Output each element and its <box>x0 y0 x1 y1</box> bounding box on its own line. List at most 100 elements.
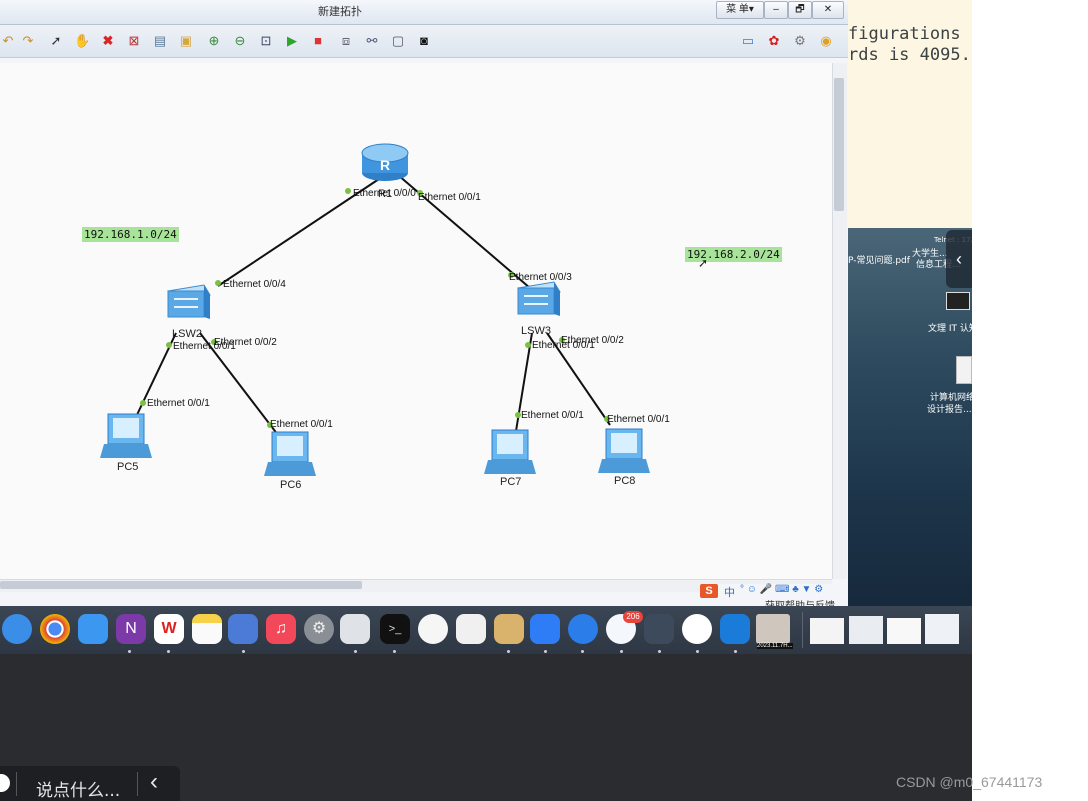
settings-icon[interactable]: ⚙ <box>792 33 808 49</box>
running-dot <box>167 650 170 653</box>
topology-canvas[interactable]: R 192.168.1.0/24 192.168.2.0/24 R1 LSW2 … <box>0 63 832 579</box>
port-label: Ethernet 0/0/2 <box>214 337 277 348</box>
horizontal-scroll-thumb[interactable] <box>0 581 362 589</box>
file-icon[interactable] <box>946 292 970 310</box>
divider <box>137 772 138 796</box>
safari-icon[interactable] <box>2 614 32 644</box>
minimize-button[interactable]: – <box>764 1 788 19</box>
desktop-file-label[interactable]: P-常见问题.pdf <box>848 253 910 266</box>
desktop-file-label[interactable]: 文理 IT 认知 <box>928 321 972 334</box>
desktop-file-label[interactable]: 设计报告... <box>927 402 972 415</box>
wps-dots-icon[interactable] <box>418 614 448 644</box>
port-label: Ethernet 0/0/1 <box>418 192 481 203</box>
redo-icon[interactable]: ↷ <box>20 33 36 49</box>
chrome-icon[interactable] <box>40 614 70 644</box>
chat-input[interactable]: 说点什么... <box>36 776 120 801</box>
network-label-1[interactable]: 192.168.1.0/24 <box>82 227 179 242</box>
onenote-icon[interactable]: N <box>116 614 146 644</box>
ime-tools-icon[interactable]: ° ☺ 🎤 ⌨ ♣ ▼ ⚙ <box>740 584 823 595</box>
dock: N W ♫ ⚙ >_ 206 2023.11.7H... <box>0 606 972 654</box>
switch-icon <box>167 284 211 319</box>
watermark: CSDN @m0_67441173 <box>896 774 1043 790</box>
device-name-lsw2: LSW2 <box>172 328 202 340</box>
minimized-window-icon[interactable] <box>849 616 883 644</box>
port-dot <box>525 342 531 348</box>
running-dot <box>696 650 699 653</box>
photo-thumb-icon[interactable] <box>756 614 790 644</box>
terminal-icon[interactable]: ◙ <box>416 33 432 49</box>
remote-desktop-icon[interactable] <box>228 614 258 644</box>
zoom-in-icon[interactable]: ⊕ <box>206 33 222 49</box>
screen-capture-icon[interactable] <box>340 614 370 644</box>
port-dot <box>166 342 172 348</box>
mail-icon[interactable] <box>78 614 108 644</box>
desktop: Telnet : 172. P-常见问题.pdf 大学生... 信息工程... … <box>848 228 972 606</box>
topology-links: R <box>100 143 650 476</box>
capture-icon[interactable]: ⧈ <box>338 33 354 49</box>
dock-divider <box>802 612 803 648</box>
running-dot <box>507 650 510 653</box>
terminal-line: figurations <box>848 24 961 44</box>
script-editor-icon[interactable] <box>456 614 486 644</box>
close-button[interactable]: ✕ <box>812 1 844 19</box>
fit-icon[interactable]: ⊡ <box>258 33 274 49</box>
port-label: Ethernet 0/0/1 <box>521 410 584 421</box>
music-icon[interactable]: ♫ <box>266 614 296 644</box>
minimized-window-icon[interactable] <box>810 618 844 644</box>
delete-all-icon[interactable]: ⊠ <box>126 33 142 49</box>
grid-icon[interactable]: ▢ <box>390 33 406 49</box>
port-dot <box>345 188 351 194</box>
running-dot <box>581 650 584 653</box>
notes-icon[interactable] <box>192 614 222 644</box>
system-preferences-icon[interactable]: ⚙ <box>304 614 334 644</box>
text-icon[interactable]: ▤ <box>152 33 168 49</box>
port-dot <box>215 280 221 286</box>
minimized-window-icon[interactable] <box>925 614 959 644</box>
pc-icon <box>484 429 536 474</box>
wps-icon[interactable]: W <box>154 614 184 644</box>
port-label: Ethernet 0/0/3 <box>509 272 572 283</box>
ensp-window: 新建拓扑 菜 单▾ – 🗗 ✕ ↶ ↷ ➚ ✋ ✖ ⊠ ▤ ▣ ⊕ ⊖ ⊡ ▶ … <box>0 0 848 610</box>
chat-icon[interactable]: ▭ <box>740 33 756 49</box>
device-name-pc5: PC5 <box>117 461 139 473</box>
pc-icon <box>264 431 316 476</box>
vertical-scroll-thumb[interactable] <box>834 78 844 211</box>
port-label: Ethernet 0/0/1 <box>270 419 333 430</box>
huawei-icon[interactable]: ✿ <box>766 33 782 49</box>
window-title: 新建拓扑 <box>318 5 362 18</box>
start-icon[interactable]: ▶ <box>284 33 300 49</box>
restore-button[interactable]: 🗗 <box>788 1 812 19</box>
minimized-window-icon[interactable] <box>887 618 921 644</box>
running-dot <box>734 650 737 653</box>
todesk-icon[interactable] <box>568 614 598 644</box>
zoom-out-icon[interactable]: ⊖ <box>232 33 248 49</box>
help-icon[interactable]: ◉ <box>818 33 834 49</box>
hand-icon[interactable]: ✋ <box>74 33 90 49</box>
select-icon[interactable]: ➚ <box>48 33 64 49</box>
preview-icon[interactable] <box>494 614 524 644</box>
port-label: Ethernet 0/0/0 <box>353 188 416 199</box>
sogou-icon[interactable]: S <box>700 584 718 598</box>
router-icon: R <box>361 143 409 181</box>
baidu-netdisk-icon[interactable] <box>682 614 712 644</box>
windows-icon[interactable] <box>720 614 750 644</box>
stop-icon[interactable]: ■ <box>310 33 326 49</box>
document-icon[interactable] <box>956 356 972 384</box>
palette-icon[interactable]: ▣ <box>178 33 194 49</box>
network-icon[interactable] <box>644 614 674 644</box>
port-label: Ethernet 0/0/1 <box>147 398 210 409</box>
avatar[interactable] <box>0 774 10 792</box>
port-label: Ethernet 0/0/2 <box>561 335 624 346</box>
terminal-icon[interactable]: >_ <box>380 614 410 644</box>
undo-icon[interactable]: ↶ <box>0 33 16 49</box>
lark-icon[interactable] <box>530 614 560 644</box>
delete-icon[interactable]: ✖ <box>100 33 116 49</box>
ime-lang[interactable]: 中 <box>724 584 735 600</box>
side-panel-collapse-icon[interactable]: ‹ <box>946 230 972 288</box>
topology-icon[interactable]: ⚯ <box>364 33 380 49</box>
port-dot <box>140 400 146 406</box>
mouse-cursor-icon: ➚ <box>698 256 709 270</box>
menu-button[interactable]: 菜 单▾ <box>716 1 764 19</box>
running-dot <box>354 650 357 653</box>
collapse-chevron-icon[interactable]: ‹ <box>150 768 158 796</box>
